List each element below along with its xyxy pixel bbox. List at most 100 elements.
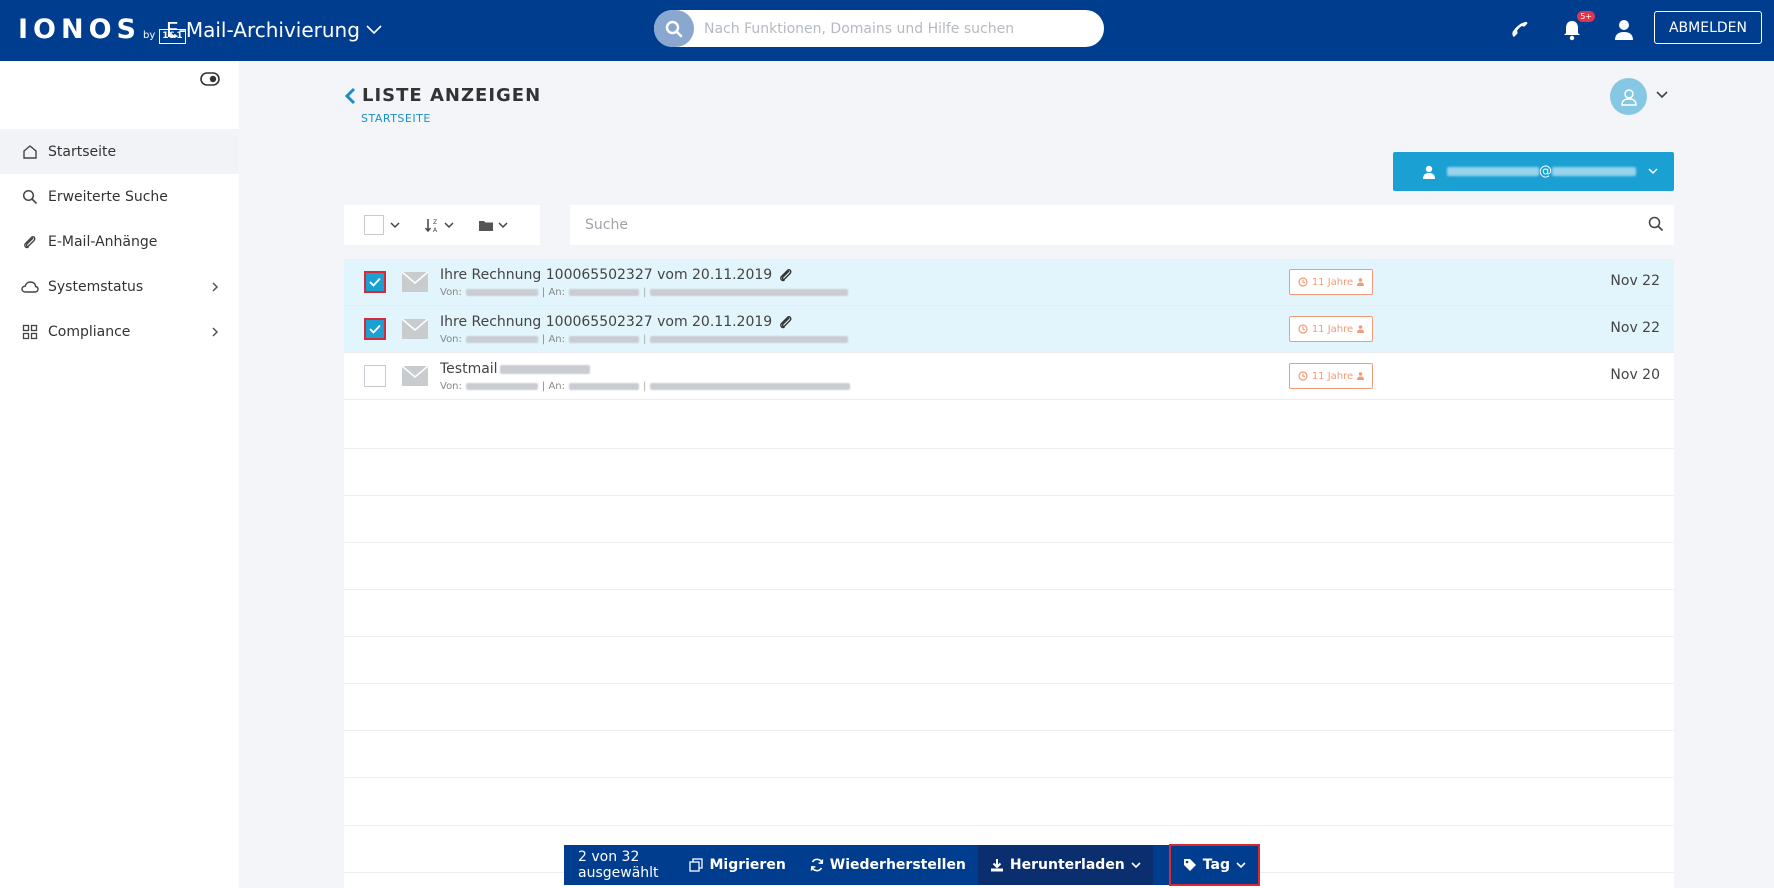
chevron-down-icon: [1236, 861, 1246, 868]
account-name-blurred: [1447, 167, 1539, 176]
sort-alpha-icon: ZA: [424, 219, 438, 233]
row-checkbox[interactable]: [364, 318, 386, 340]
sidebar-item-email-anhaenge[interactable]: E-Mail-Anhänge: [0, 219, 239, 264]
home-icon: [20, 142, 40, 162]
email-subject-text: Ihre Rechnung 100065502327 vom 20.11.201…: [440, 267, 773, 283]
row-divider: [344, 730, 1674, 731]
recipient-blurred: [569, 336, 639, 343]
sidebar-item-startseite[interactable]: Startseite: [0, 129, 239, 174]
logout-button[interactable]: ABMELDEN: [1654, 11, 1762, 44]
row-checkbox[interactable]: [364, 271, 386, 293]
migrate-button[interactable]: Migrieren: [677, 845, 797, 885]
notification-badge: 5+: [1577, 11, 1595, 22]
row-divider: [344, 495, 1674, 496]
download-icon: [990, 859, 1003, 872]
clock-icon: [1298, 324, 1308, 334]
sender-blurred: [465, 289, 538, 296]
recipient-address-blurred: [650, 383, 851, 390]
phone-icon[interactable]: [1505, 15, 1535, 45]
sidebar-item-label: Startseite: [48, 143, 117, 160]
search-icon[interactable]: [654, 10, 694, 47]
recipient-blurred: [569, 383, 639, 390]
email-row[interactable]: Ihre Rechnung 100065502327 vom 20.11.201…: [344, 259, 1674, 306]
envelope-icon: [401, 318, 429, 339]
select-all-checkbox[interactable]: [364, 215, 384, 235]
email-date: Nov 22: [1610, 273, 1660, 289]
checkmark-icon: [369, 277, 381, 287]
ionos-logo[interactable]: IONOS by 1&1: [18, 14, 186, 45]
breadcrumb[interactable]: STARTSEITE: [361, 112, 431, 125]
paperclip-icon: [780, 269, 792, 282]
account-selector-button[interactable]: @: [1393, 152, 1674, 191]
download-button[interactable]: Herunterladen: [977, 845, 1153, 885]
row-divider: [344, 542, 1674, 543]
user-icon: [1423, 165, 1435, 179]
email-subject-text: Ihre Rechnung 100065502327 vom 20.11.201…: [440, 314, 773, 330]
to-label: | An:: [541, 334, 565, 345]
refresh-icon: [810, 858, 824, 872]
email-row[interactable]: Testmail Von: | An: | 11 Jahre Nov 20: [344, 353, 1674, 400]
sidebar-item-systemstatus[interactable]: Systemstatus: [0, 264, 239, 309]
row-checkbox[interactable]: [364, 365, 386, 387]
sidebar-item-label: Systemstatus: [48, 278, 144, 295]
email-date: Nov 20: [1610, 367, 1660, 383]
chevron-down-icon[interactable]: [1656, 91, 1668, 99]
email-subject: Ihre Rechnung 100065502327 vom 20.11.201…: [440, 314, 794, 330]
row-divider: [344, 777, 1674, 778]
download-label: Herunterladen: [1009, 857, 1125, 873]
chevron-down-icon: [444, 221, 454, 228]
cloud-icon: [20, 277, 40, 297]
account-domain-blurred: [1552, 167, 1636, 176]
chevron-down-icon: [1131, 861, 1141, 868]
svg-text:Z: Z: [433, 219, 437, 226]
clock-icon: [1298, 277, 1308, 287]
chevron-down-icon: [498, 221, 508, 228]
chevron-down-icon[interactable]: [390, 221, 400, 229]
bulk-action-bar: 2 von 32 ausgewählt Migrieren Wiederhers…: [564, 844, 1260, 886]
tag-label: Tag: [1202, 857, 1230, 873]
search-icon: [20, 187, 40, 207]
tag-button[interactable]: Tag: [1168, 844, 1260, 886]
retention-text: 11 Jahre: [1311, 323, 1354, 335]
retention-text: 11 Jahre: [1311, 276, 1354, 288]
retention-badge: 11 Jahre: [1289, 269, 1373, 295]
chevron-right-icon: [212, 326, 219, 337]
page-title-text: LISTE ANZEIGEN: [362, 85, 542, 106]
list-search-input[interactable]: Suche: [570, 205, 1674, 245]
to-label: | An:: [541, 287, 565, 298]
app-switcher[interactable]: E-Mail-Archivierung: [166, 18, 382, 42]
to-label: | An:: [541, 381, 565, 392]
global-search[interactable]: Nach Funktionen, Domains und Hilfe suche…: [654, 10, 1104, 47]
email-subject: Testmail: [440, 361, 590, 377]
logo-wordmark: IONOS: [18, 14, 141, 45]
account-at: @: [1539, 164, 1552, 179]
svg-text:A: A: [433, 227, 438, 233]
retention-text: 11 Jahre: [1311, 370, 1354, 382]
chevron-down-icon: [1648, 168, 1658, 175]
folder-button[interactable]: [478, 219, 508, 232]
back-chevron-icon[interactable]: [344, 87, 356, 105]
sidebar-item-compliance[interactable]: Compliance: [0, 309, 239, 354]
search-icon[interactable]: [1648, 216, 1664, 232]
email-date: Nov 22: [1610, 320, 1660, 336]
sidebar-item-label: Compliance: [48, 323, 131, 340]
sender-blurred: [465, 383, 538, 390]
global-search-placeholder: Nach Funktionen, Domains und Hilfe suche…: [704, 20, 1015, 37]
chevron-right-icon: [212, 281, 219, 292]
envelope-icon: [401, 365, 429, 386]
sidebar-toggle-icon[interactable]: [200, 71, 220, 90]
sidebar-item-label: Erweiterte Suche: [48, 188, 168, 205]
retention-badge: 11 Jahre: [1289, 316, 1373, 342]
migrate-label: Migrieren: [709, 857, 786, 873]
sidebar-item-erweiterte-suche[interactable]: Erweiterte Suche: [0, 174, 239, 219]
sort-button[interactable]: ZA: [424, 217, 454, 233]
selection-count: 2 von 32 ausgewählt: [578, 849, 659, 881]
user-profile-icon[interactable]: [1609, 15, 1639, 45]
restore-button[interactable]: Wiederherstellen: [798, 845, 978, 885]
notification-bell-icon[interactable]: 5+: [1557, 11, 1595, 45]
email-row[interactable]: Ihre Rechnung 100065502327 vom 20.11.201…: [344, 306, 1674, 353]
row-divider: [344, 825, 1674, 826]
account-avatar-icon[interactable]: [1610, 78, 1647, 115]
folder-icon: [479, 220, 493, 231]
copy-icon: [689, 858, 704, 872]
